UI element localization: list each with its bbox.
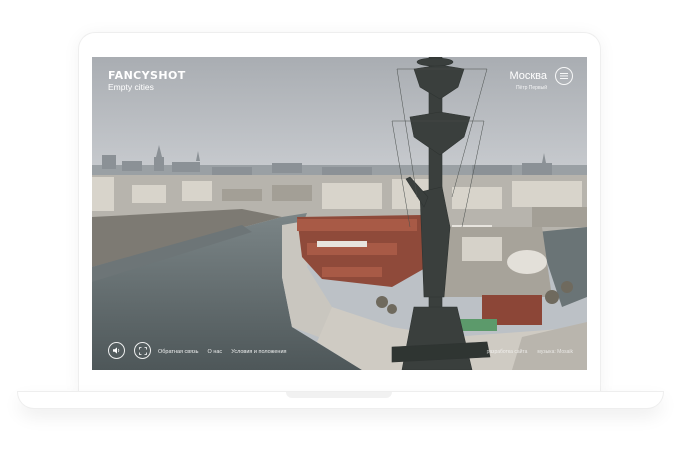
speaker-icon: [112, 347, 119, 354]
credit-development[interactable]: разработка сайта: [487, 349, 528, 355]
footer-link-terms[interactable]: Условия и положения: [231, 349, 286, 355]
app-screen: FANCYSHOT Empty cities Москва Пётр Первы…: [92, 57, 587, 370]
hamburger-icon: [560, 73, 568, 79]
background-video: [92, 57, 587, 370]
location-caption: Пётр Первый: [515, 85, 547, 91]
brand-subtitle: Empty cities: [108, 82, 154, 92]
footer-credits: разработка сайта музыка: Mosaik: [487, 349, 573, 355]
footer-link-feedback[interactable]: Обратная связь: [158, 349, 199, 355]
sound-toggle-button[interactable]: [108, 342, 125, 359]
fullscreen-button[interactable]: [134, 342, 151, 359]
footer-link-about[interactable]: О нас: [208, 349, 223, 355]
fullscreen-icon: [138, 346, 147, 355]
brand-logo[interactable]: FANCYSHOT: [108, 69, 186, 82]
city-name: Москва: [509, 70, 547, 82]
footer-links: Обратная связь О нас Условия и положения: [158, 349, 287, 355]
menu-button[interactable]: [555, 67, 573, 85]
laptop-mockup: FANCYSHOT Empty cities Москва Пётр Первы…: [0, 0, 691, 455]
credit-music[interactable]: музыка: Mosaik: [537, 349, 573, 355]
laptop-notch: [286, 392, 392, 398]
